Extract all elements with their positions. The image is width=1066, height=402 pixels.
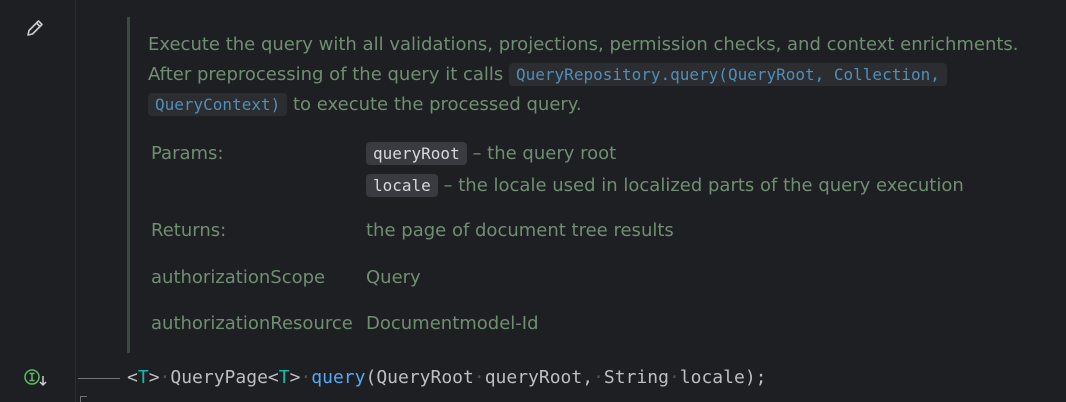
custom-tag-label: authorizationResource [151, 313, 353, 334]
code-param-type: String [603, 367, 669, 388]
params-row-2: locale – the locale used in localized pa… [151, 172, 1051, 200]
code-param-name: locale [679, 367, 745, 388]
doc-line-1: Execute the query with all validations, … [148, 30, 1048, 60]
method-signature[interactable]: <T>·QueryPage<T>·query(QueryRoot·queryRo… [78, 364, 767, 392]
fold-dash [78, 377, 120, 379]
gutter-divider [75, 0, 76, 402]
param-name: queryRoot [366, 142, 467, 165]
params-row: Params: queryRoot – the query root [151, 140, 1051, 168]
code-token: < [127, 367, 138, 388]
code-param-type: QueryRoot [376, 367, 474, 388]
doc-line-2: After preprocessing of the query it call… [148, 60, 1048, 90]
code-token: > [148, 367, 160, 388]
param-item: locale – the locale used in localized pa… [366, 172, 964, 200]
doc-text: to execute the processed query. [292, 94, 582, 115]
code-type-param: T [137, 367, 149, 388]
code-return-type: QueryPage< [170, 367, 279, 388]
returns-label: Returns: [151, 220, 227, 241]
code-type-param: T [278, 367, 290, 388]
fold-marker [80, 396, 87, 402]
doc-link-query-repository[interactable]: QueryRepository.query(QueryRoot, Collect… [509, 63, 947, 86]
doc-link-query-context[interactable]: QueryContext) [148, 93, 288, 116]
doc-text: After preprocessing of the query it call… [148, 64, 504, 85]
editor-gutter [0, 0, 75, 402]
code-token: ( [365, 367, 377, 388]
custom-tag-value: Documentmodel-Id [366, 313, 539, 334]
doc-text: Execute the query with all validations, … [148, 34, 1019, 55]
returns-row: Returns: the page of document tree resul… [151, 217, 1051, 245]
custom-tag-row: authorizationResource Documentmodel-Id [151, 310, 1051, 338]
pencil-icon[interactable] [24, 17, 46, 39]
code-token: > [289, 367, 301, 388]
param-desc: – the locale used in localized parts of … [443, 175, 964, 196]
custom-tag-value: Query [366, 267, 421, 288]
implemented-interface-icon[interactable] [23, 367, 49, 389]
custom-tag-row: authorizationScope Query [151, 264, 1051, 292]
code-token: ); [744, 367, 767, 388]
custom-tag-label: authorizationScope [151, 267, 326, 288]
param-desc: – the query root [472, 143, 617, 164]
returns-value: the page of document tree results [366, 220, 674, 241]
param-item: queryRoot – the query root [366, 140, 616, 168]
doc-line-3: QueryContext) to execute the processed q… [148, 90, 1048, 120]
param-name: locale [366, 174, 438, 197]
javadoc-description: Execute the query with all validations, … [148, 30, 1048, 120]
code-param-name: queryRoot, [484, 367, 594, 388]
params-label: Params: [151, 143, 224, 164]
code-method-name[interactable]: query [311, 367, 365, 388]
javadoc-bar [127, 17, 130, 353]
